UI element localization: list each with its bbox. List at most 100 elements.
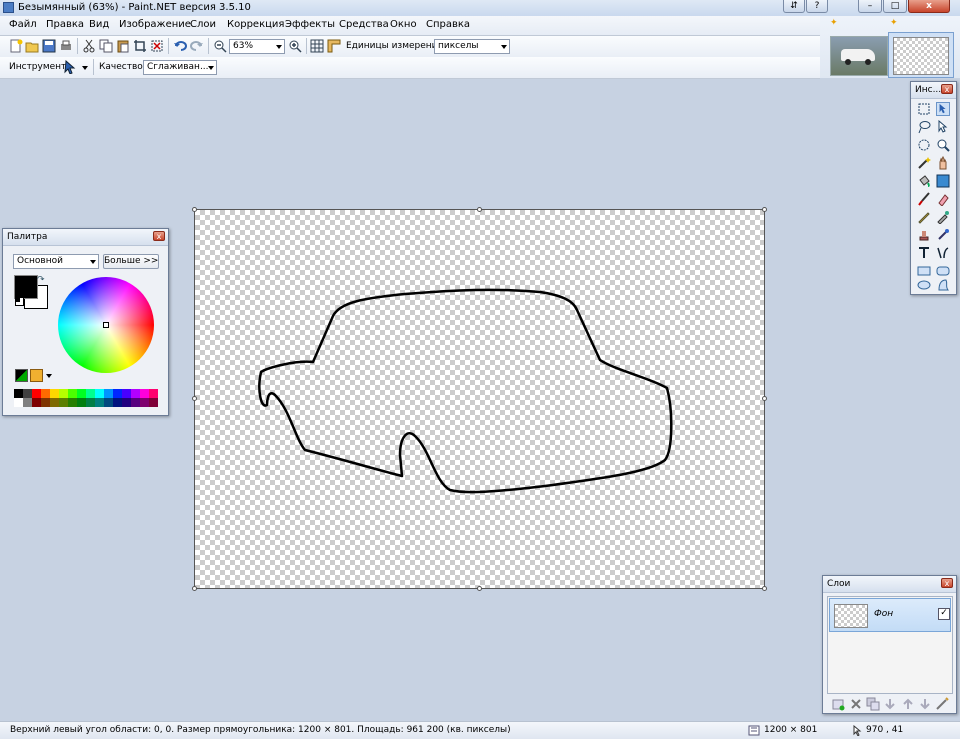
palette-swatch[interactable] [41,398,50,407]
duplicate-layer-icon[interactable] [866,697,880,711]
freeform-shape-icon[interactable] [936,278,950,292]
palette-swatch[interactable] [86,398,95,407]
eraser-icon[interactable] [936,192,950,206]
clone-stamp-icon[interactable] [917,228,931,242]
zoom-combo[interactable]: 63% [229,39,285,54]
paste-icon[interactable] [116,39,130,53]
line-curve-icon[interactable] [936,246,950,260]
image-thumbnail-selected[interactable] [888,32,954,78]
delete-layer-icon[interactable] [849,697,863,711]
close-icon[interactable]: x [941,578,953,588]
color-wheel[interactable] [58,277,154,373]
ellipse-select-icon[interactable] [917,138,931,152]
palette-swatch[interactable] [32,389,41,398]
move-layer-down-icon[interactable] [918,697,932,711]
grid-icon[interactable] [310,39,324,53]
menu-utilities[interactable]: Средства [339,19,389,30]
menu-file[interactable]: Файл [9,19,37,30]
pin-icon[interactable]: ⇵ [783,0,805,13]
deselect-icon[interactable] [150,39,164,53]
image-canvas[interactable] [194,209,765,589]
palette-swatch[interactable] [14,389,23,398]
primary-color-swatch[interactable] [14,275,38,299]
pencil-icon[interactable] [917,210,931,224]
maximize-button[interactable]: □ [883,0,907,13]
pan-icon[interactable] [936,156,950,170]
minimize-button[interactable]: – [858,0,882,13]
quality-combo[interactable]: Сглаживан... [143,60,217,75]
palette-mode-combo[interactable]: Основной [13,254,99,269]
palette-swatch[interactable] [140,389,149,398]
zoom-icon[interactable] [936,138,950,152]
menu-adjustments[interactable]: Коррекция [227,19,284,30]
resize-handle[interactable] [192,207,197,212]
color-picker-icon[interactable] [936,210,950,224]
chevron-down-icon[interactable] [46,374,52,378]
cut-icon[interactable] [82,39,96,53]
move-layer-up-icon[interactable] [901,697,915,711]
add-to-palette-icon[interactable] [15,369,28,382]
palette-swatch[interactable] [68,398,77,407]
paintbrush-icon[interactable] [917,192,931,206]
zoom-out-icon[interactable] [213,39,227,53]
merge-layer-down-icon[interactable] [883,697,897,711]
resize-handle[interactable] [192,396,197,401]
palette-swatch[interactable] [140,398,149,407]
palette-swatch[interactable] [95,389,104,398]
menu-effects[interactable]: Эффекты [285,19,335,30]
layer-properties-icon[interactable] [935,697,949,711]
rectangle-select-icon[interactable] [917,102,931,116]
palette-swatch[interactable] [149,389,158,398]
save-icon[interactable] [42,39,56,53]
palette-swatch[interactable] [59,398,68,407]
palette-swatch[interactable] [32,398,41,407]
palette-swatch[interactable] [14,398,23,407]
new-icon[interactable] [9,39,23,53]
add-layer-icon[interactable] [831,697,845,711]
recolor-icon[interactable] [936,228,950,242]
palette-swatch[interactable] [95,398,104,407]
menu-image[interactable]: Изображение [119,19,191,30]
menu-view[interactable]: Вид [89,19,109,30]
print-icon[interactable] [59,39,73,53]
palette-swatch[interactable] [77,398,86,407]
units-combo[interactable]: пикселы [434,39,510,54]
palette-swatch[interactable] [122,398,131,407]
resize-handle[interactable] [192,586,197,591]
palette-swatch[interactable] [104,398,113,407]
magic-wand-icon[interactable] [917,156,931,170]
palette-swatch[interactable] [131,389,140,398]
move-selection-icon[interactable] [64,60,78,74]
move-selection-icon[interactable] [936,102,950,116]
menu-edit[interactable]: Правка [46,19,84,30]
more-button[interactable]: Больше >> [103,254,159,269]
palette-swatch[interactable] [131,398,140,407]
resize-handle[interactable] [762,207,767,212]
palette-swatch[interactable] [149,398,158,407]
palette-swatch[interactable] [68,389,77,398]
rounded-rectangle-icon[interactable] [936,264,950,278]
swap-colors-icon[interactable]: ↷ [37,275,45,285]
open-icon[interactable] [25,39,39,53]
crop-icon[interactable] [133,39,147,53]
palette-swatch[interactable] [50,389,59,398]
palette-swatch[interactable] [50,398,59,407]
help-icon[interactable]: ? [806,0,828,13]
resize-handle[interactable] [762,396,767,401]
color-picker-marker[interactable] [103,322,109,328]
menu-help[interactable]: Справка [426,19,470,30]
layers-caption[interactable]: Слои x [823,576,956,593]
chevron-down-icon[interactable] [82,66,88,70]
palette-swatch[interactable] [86,389,95,398]
gradient-icon[interactable] [936,174,950,188]
ellipse-icon[interactable] [917,278,931,292]
redo-icon[interactable] [190,39,204,53]
ruler-icon[interactable] [327,39,341,53]
palette-swatch[interactable] [23,398,32,407]
palette-swatch[interactable] [77,389,86,398]
close-icon[interactable]: x [153,231,165,241]
palette-swatch[interactable] [59,389,68,398]
palette-swatches-row1[interactable] [14,389,158,398]
resize-handle[interactable] [477,586,482,591]
lasso-icon[interactable] [917,120,931,134]
